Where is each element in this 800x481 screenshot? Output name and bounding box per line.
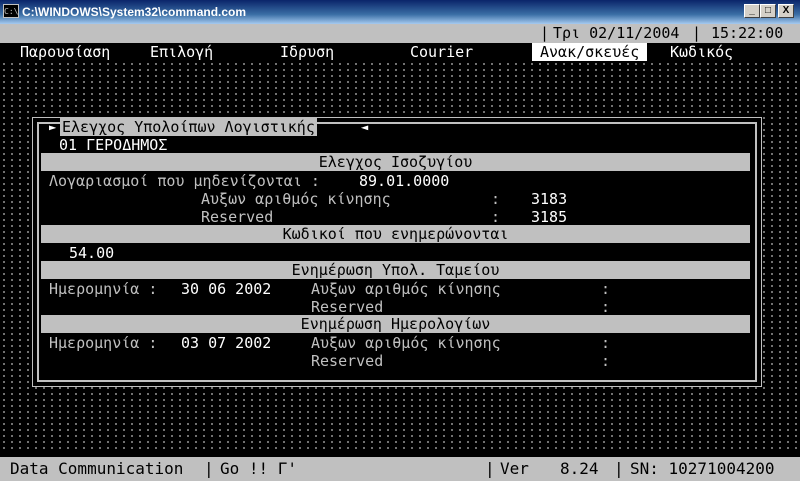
journal-date-label: Ημερομηνία : [49,334,158,352]
balance-check-dialog: ► Ελεγχος Υπολοίπων Λογιστικής ◄ 01 ΓΕΡΟ… [32,117,762,387]
header-time: 15:22:00 [711,24,784,42]
updated-code-value[interactable]: 54.00 [69,244,114,262]
cash-date-label: Ημερομηνία : [49,280,158,298]
header-bar: | Τρι 02/11/2004 | 15:22:00 [0,24,800,43]
journal-reserved-label: Reserved [311,352,384,370]
cash-seq-label: Αυξων αριθμός κίνησης [311,280,501,298]
minimize-button[interactable]: _ [744,4,760,18]
status-serial-number: SN: 10271004200 [630,459,775,478]
company-name: 01 ΓΕΡΟΔΗΜΟΣ [59,136,168,154]
seq-number-label: Αυξων αριθμός κίνησης [201,190,391,208]
status-separator-1: | [204,459,214,478]
accounts-zeroed-label: Λογαριασμοί που μηδενίζονται : [49,172,320,190]
cash-seq-colon: : [601,280,611,298]
reserved-label: Reserved [201,208,274,226]
status-separator-2: | [485,459,495,478]
section-cash-update-heading: Ενημέρωση Υπολ. Ταμείου [41,261,750,279]
window-title-bar[interactable]: C:\ C:\WINDOWS\System32\command.com _ □ … [0,0,800,24]
cash-date-value[interactable]: 30 06 2002 [181,280,271,298]
journal-date-value[interactable]: 03 07 2002 [181,334,271,352]
close-button[interactable]: X [778,4,794,18]
cash-reserved-label: Reserved [311,298,384,316]
menu-item-setup[interactable]: Ιδρυση [280,43,334,61]
title-arrow-right-icon: ► [49,120,57,134]
window-title: C:\WINDOWS\System32\command.com [22,5,247,19]
section-updated-codes-heading: Κωδικοί που ενημερώνονται [41,225,750,243]
status-version-value: 8.24 [560,459,599,478]
menu-item-rebuild[interactable]: Ανακ/σκευές [532,43,648,61]
section-balance-check-heading: Ελεγχος Ισοζυγίου [41,153,750,171]
header-date: Τρι 02/11/2004 [553,24,680,42]
menu-item-code[interactable]: Κωδικός [670,43,733,61]
maximize-button[interactable]: □ [760,4,776,18]
seq-number-value[interactable]: 3183 [531,190,567,208]
journal-reserved-colon: : [601,352,611,370]
command-prompt-icon: C:\ [3,4,19,18]
journal-seq-colon: : [601,334,611,352]
menu-item-selection[interactable]: Επιλογή [150,43,213,61]
reserved-colon: : [491,208,501,226]
dialog-title: Ελεγχος Υπολοίπων Λογιστικής [60,118,317,136]
cash-reserved-colon: : [601,298,611,316]
accounts-zeroed-value[interactable]: 89.01.0000 [359,172,449,190]
header-separator-left: | [540,24,550,42]
menu-item-courier[interactable]: Courier [410,43,473,61]
title-arrow-left-icon: ◄ [361,120,369,134]
header-separator-mid: | [692,24,702,42]
menu-bar: Παρουσίαση Επιλογή Ιδρυση Courier Ανακ/σ… [0,43,800,61]
seq-number-colon: : [491,190,501,208]
status-version-label: Ver [500,459,529,478]
status-go: Go !! Γ' [220,459,298,478]
reserved-value[interactable]: 3185 [531,208,567,226]
section-journals-update-heading: Ενημέρωση Ημερολογίων [41,315,750,333]
status-data-communication: Data Communication [10,459,184,478]
journal-seq-label: Αυξων αριθμός κίνησης [311,334,501,352]
menu-item-presentation[interactable]: Παρουσίαση [20,43,110,61]
status-bar: Data Communication | Go !! Γ' | Ver 8.24… [0,457,800,481]
status-separator-3: | [614,459,624,478]
